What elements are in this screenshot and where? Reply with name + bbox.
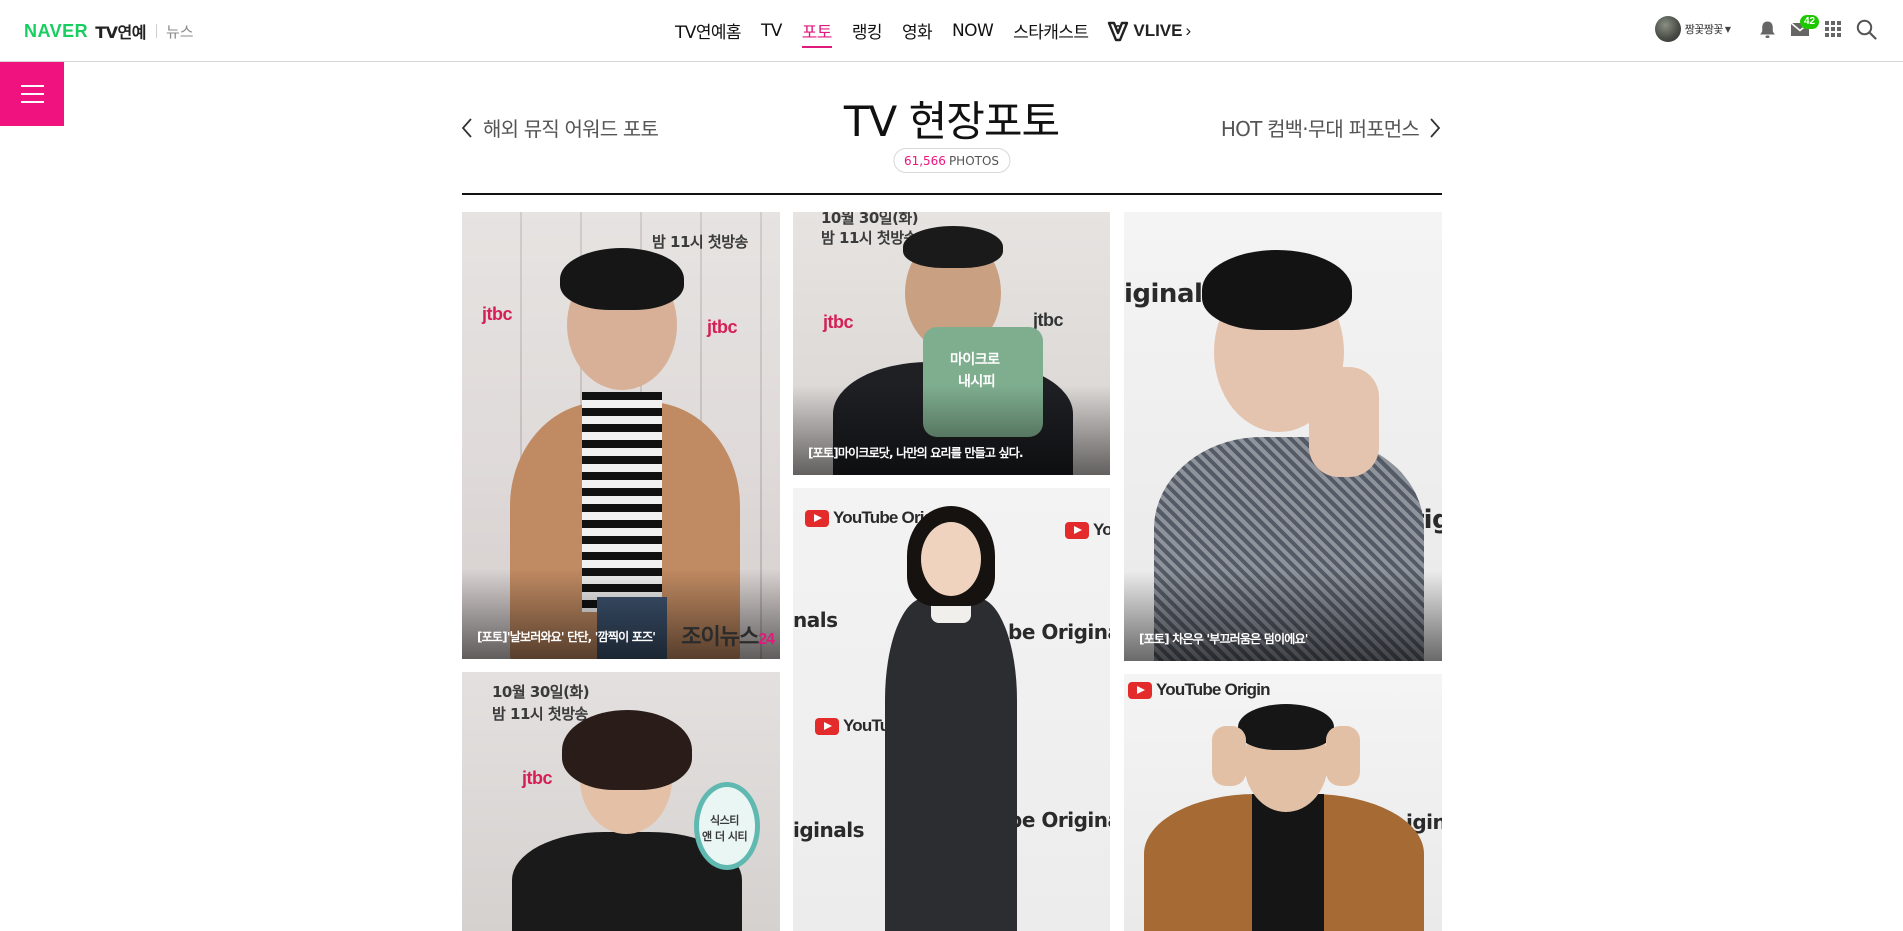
service-name-link[interactable]: TV연예 [95,19,146,43]
apps-grid-button[interactable] [1824,20,1842,38]
photo-card[interactable]: 밤 11시 첫방송 jtbc jtbc 조이뉴스24 [포토]'날보러와요' 단… [462,212,780,659]
menu-item-now[interactable]: NOW [952,21,994,41]
search-icon [1856,19,1877,40]
show-logo: jtbc [1033,310,1064,330]
page-title: TV 현장포토 [843,97,1060,146]
photo-caption: [포토]'날보러와요' 단단, '깜찍이 포즈' [477,630,656,644]
avatar [1654,16,1681,42]
backdrop-text: 밤 11시 첫방송 [492,705,588,723]
naver-logo[interactable]: NAVER [24,21,88,42]
photo-caption: [포토] 차은우 '부끄러움은 덤이에요' [1139,632,1308,646]
chevron-right-icon [1430,117,1441,138]
apps-grid-icon [1825,21,1841,37]
caption-shade [793,385,1110,475]
next-gallery-label: HOT 컴백·무대 퍼포먼스 [1220,117,1420,141]
vlive-logo-icon [1108,21,1129,41]
photo-card[interactable]: 10월 30일(화) 밤 11시 첫방송 jtbc jtbc 마이크로 내시피 … [793,212,1110,475]
hamburger-line-1 [21,85,44,87]
backdrop-text: nals [793,608,838,632]
backdrop-text: 10월 30일(화) [492,683,590,701]
backdrop-text: be Originals [1008,808,1110,832]
photo-card[interactable]: YouTube Origin igin [1124,674,1442,931]
user-name: 짱꽃짱꽃 [1684,23,1724,36]
photo-caption: [포토]마이크로닷, 나만의 요리를 만들고 싶다. [808,446,1024,460]
bell-icon [1760,21,1775,38]
backdrop-text: be Originals [1008,620,1110,644]
utility-area: 짱꽃짱꽃 ▼ 42 [1654,15,1877,42]
photo-count-badge: 61,566 PHOTOS [892,148,1011,173]
youtube-originals-logo: YouTube Origin [1128,680,1271,700]
sign-text: 마이크로 [950,352,1000,368]
photo-card[interactable]: iginals e Origi [포토] 차은우 '부끄러움은 덤이에요' [1124,212,1442,661]
caret-down-icon: ▼ [1724,24,1731,34]
show-logo: jtbc [707,317,738,337]
menu-item-tv[interactable]: TV [761,21,782,41]
menu-item-starcast[interactable]: 스타캐스트 [1013,18,1089,43]
photo-count-number: 61,566 [903,153,946,168]
notification-bell-button[interactable] [1759,20,1776,39]
vlive-arrow-icon: › [1185,20,1192,40]
brand-area: NAVER TV연예 뉴스 [24,19,194,43]
menu-item-photo[interactable]: 포토 [801,18,832,48]
search-button[interactable] [1856,19,1877,40]
photo-watermark: 조이뉴스24 [681,624,775,649]
news-link[interactable]: 뉴스 [166,21,194,42]
user-menu[interactable]: 짱꽃짱꽃 ▼ [1654,16,1731,42]
brand-divider [155,24,157,38]
menu-item-movie[interactable]: 영화 [902,18,933,43]
top-navigation-bar: NAVER TV연예 뉴스 TV연예홈 TV 포토 랭킹 영화 NOW 스타캐스… [0,0,1903,62]
show-logo: jtbc [482,304,513,324]
sign-text: 식스티 [710,814,739,827]
header-divider [462,193,1442,195]
sign-text: 앤 더 시티 [702,830,748,843]
backdrop-text: 10월 30일(화) [821,212,919,227]
backdrop-text: iginals [793,818,865,842]
photo-card[interactable]: 10월 30일(화) 밤 11시 첫방송 jtbc 식스티 앤 더 시티 [462,672,780,931]
main-menu: TV연예홈 TV 포토 랭킹 영화 NOW 스타캐스트 VLIVE › [675,18,1191,48]
show-logo: jtbc [823,312,854,332]
next-gallery-link[interactable]: HOT 컴백·무대 퍼포먼스 [1221,113,1441,142]
youtube-originals-logo: YouTube O [1065,520,1110,540]
menu-item-tv-home[interactable]: TV연예홈 [675,18,742,43]
caption-shade [1124,571,1442,661]
photo-count-unit: PHOTOS [948,153,1000,168]
vlive-label: VLIVE [1133,20,1183,40]
backdrop-text: 밤 11시 첫방송 [652,233,748,251]
show-logo: jtbc [522,768,553,788]
vlive-link[interactable]: VLIVE › [1106,19,1191,43]
mail-button[interactable]: 42 [1790,15,1820,37]
photo-card[interactable]: YouTube Origi YouTube O YouTube O nals b… [793,488,1110,931]
menu-item-ranking[interactable]: 랭킹 [852,18,883,43]
mail-count-badge: 42 [1800,15,1820,29]
